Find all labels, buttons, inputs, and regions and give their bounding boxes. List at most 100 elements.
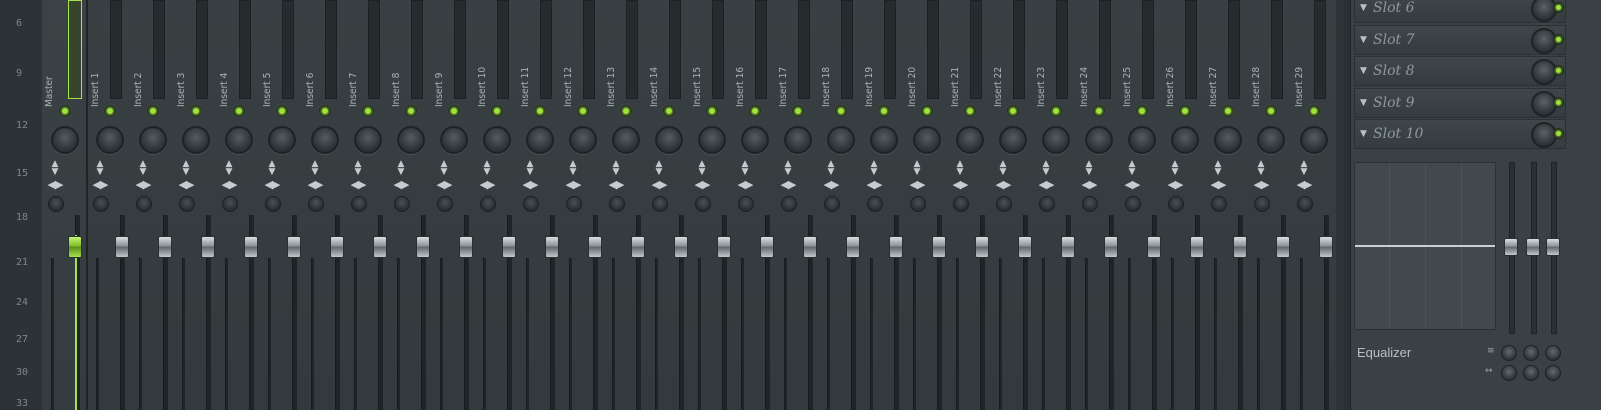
pan-knob[interactable]	[96, 126, 124, 154]
stereo-separation-knob[interactable]	[179, 196, 195, 212]
track-name-box[interactable]: Insert 8	[391, 0, 404, 107]
mute-led-icon[interactable]	[749, 105, 761, 117]
stereo-separation-knob[interactable]	[1254, 196, 1270, 212]
updown-arrows-icon[interactable]: ▲▼	[567, 160, 579, 177]
mixer-track[interactable]: Insert 13 ▲ ▼ ◀▶	[604, 0, 648, 410]
leftright-arrows-icon[interactable]: ◀▶	[866, 178, 883, 191]
track-name-box[interactable]: Insert 9	[434, 0, 447, 107]
mixer-track[interactable]: Insert 7 ▲ ▼ ◀▶	[346, 0, 390, 410]
slot-enable-led-icon[interactable]	[1553, 33, 1564, 45]
leftright-arrows-icon[interactable]: ◀▶	[393, 178, 410, 191]
mute-led-icon[interactable]	[491, 105, 503, 117]
updown-arrows-icon[interactable]: ▲▼	[1169, 160, 1181, 177]
mixer-track[interactable]: Insert 10 ▲ ▼ ◀▶	[475, 0, 519, 410]
track-name-box[interactable]: Insert 2	[133, 0, 146, 107]
pan-knob[interactable]	[354, 126, 382, 154]
updown-arrows-icon[interactable]: ▲▼	[223, 160, 235, 177]
leftright-arrows-icon[interactable]: ◀▶	[522, 178, 539, 191]
effect-slot[interactable]: ▼ Slot 7	[1354, 24, 1566, 55]
leftright-arrows-icon[interactable]: ◀▶	[651, 178, 668, 191]
mute-led-icon[interactable]	[1179, 105, 1191, 117]
track-name-box[interactable]: Insert 18	[821, 0, 834, 107]
track-name-box[interactable]: Insert 22	[993, 0, 1006, 107]
stereo-separation-knob[interactable]	[867, 196, 883, 212]
mute-led-icon[interactable]	[276, 105, 288, 117]
leftright-arrows-icon[interactable]: ◀▶	[737, 178, 754, 191]
track-name-box[interactable]: Insert 5	[262, 0, 275, 107]
eq-graph[interactable]	[1354, 162, 1496, 330]
effect-slot[interactable]: ▼ Slot 10	[1354, 119, 1566, 149]
mixer-track[interactable]: Insert 19 ▲ ▼ ◀▶	[862, 0, 906, 410]
updown-arrows-icon[interactable]: ▲▼	[309, 160, 321, 177]
track-name-box[interactable]: Insert 16	[735, 0, 748, 107]
mixer-track[interactable]: Insert 3 ▲ ▼ ◀▶	[174, 0, 218, 410]
pan-knob[interactable]	[569, 126, 597, 154]
volume-fader[interactable]	[1104, 236, 1118, 258]
pan-knob[interactable]	[225, 126, 253, 154]
track-name-box[interactable]: Master	[44, 0, 57, 107]
mute-led-icon[interactable]	[319, 105, 331, 117]
stereo-separation-knob[interactable]	[394, 196, 410, 212]
pan-knob[interactable]	[1300, 126, 1328, 154]
updown-arrows-icon[interactable]: ▲▼	[1083, 160, 1095, 177]
leftright-arrows-icon[interactable]: ◀▶	[178, 178, 195, 191]
mixer-track[interactable]: Insert 14 ▲ ▼ ◀▶	[647, 0, 691, 410]
pan-knob[interactable]	[612, 126, 640, 154]
updown-arrows-icon[interactable]: ▲▼	[997, 160, 1009, 177]
pan-knob[interactable]	[1214, 126, 1242, 154]
volume-fader[interactable]	[459, 236, 473, 258]
pan-knob[interactable]	[741, 126, 769, 154]
mixer-track[interactable]: Insert 18 ▲ ▼ ◀▶	[819, 0, 863, 410]
leftright-arrows-icon[interactable]: ◀▶	[47, 178, 64, 191]
stereo-separation-knob[interactable]	[781, 196, 797, 212]
updown-arrows-icon[interactable]: ▲▼	[438, 160, 450, 177]
volume-fader[interactable]	[717, 236, 731, 258]
pan-knob[interactable]	[397, 126, 425, 154]
mute-led-icon[interactable]	[663, 105, 675, 117]
stereo-separation-knob[interactable]	[609, 196, 625, 212]
volume-fader[interactable]	[330, 236, 344, 258]
eq-band-fader-mid[interactable]	[1526, 238, 1540, 256]
pan-knob[interactable]	[1042, 126, 1070, 154]
stereo-separation-knob[interactable]	[351, 196, 367, 212]
leftright-arrows-icon[interactable]: ◀▶	[350, 178, 367, 191]
volume-fader[interactable]	[1061, 236, 1075, 258]
eq-bw-knob-mid[interactable]	[1523, 365, 1539, 381]
volume-fader[interactable]	[201, 236, 215, 258]
stereo-separation-knob[interactable]	[566, 196, 582, 212]
triangle-down-icon[interactable]: ▼	[1360, 129, 1367, 139]
mute-led-icon[interactable]	[147, 105, 159, 117]
leftright-arrows-icon[interactable]: ◀▶	[1253, 178, 1270, 191]
stereo-separation-knob[interactable]	[1168, 196, 1184, 212]
updown-arrows-icon[interactable]: ▲▼	[782, 160, 794, 177]
track-name-box[interactable]: Insert 25	[1122, 0, 1135, 107]
pan-knob[interactable]	[182, 126, 210, 154]
pan-knob[interactable]	[1171, 126, 1199, 154]
stereo-separation-knob[interactable]	[1211, 196, 1227, 212]
updown-arrows-icon[interactable]: ▲▼	[1255, 160, 1267, 177]
pan-knob[interactable]	[311, 126, 339, 154]
leftright-arrows-icon[interactable]: ◀▶	[909, 178, 926, 191]
track-name-box[interactable]: Insert 3	[176, 0, 189, 107]
track-name-box[interactable]: Insert 1	[90, 0, 103, 107]
updown-arrows-icon[interactable]: ▲▼	[1212, 160, 1224, 177]
volume-fader[interactable]	[244, 236, 258, 258]
volume-fader[interactable]	[1147, 236, 1161, 258]
volume-fader[interactable]	[889, 236, 903, 258]
pan-knob[interactable]	[784, 126, 812, 154]
effect-slot[interactable]: ▼ Slot 6	[1354, 0, 1566, 23]
updown-arrows-icon[interactable]: ▲▼	[1126, 160, 1138, 177]
mute-led-icon[interactable]	[620, 105, 632, 117]
leftright-arrows-icon[interactable]: ◀▶	[479, 178, 496, 191]
leftright-arrows-icon[interactable]: ◀▶	[1038, 178, 1055, 191]
leftright-arrows-icon[interactable]: ◀▶	[694, 178, 711, 191]
leftright-arrows-icon[interactable]: ◀▶	[565, 178, 582, 191]
pan-knob[interactable]	[913, 126, 941, 154]
mute-led-icon[interactable]	[835, 105, 847, 117]
volume-fader[interactable]	[674, 236, 688, 258]
track-name-box[interactable]: Insert 28	[1251, 0, 1264, 107]
pan-knob[interactable]	[440, 126, 468, 154]
volume-fader[interactable]	[545, 236, 559, 258]
mixer-track[interactable]: Insert 4 ▲ ▼ ◀▶	[217, 0, 261, 410]
updown-arrows-icon[interactable]: ▲▼	[1298, 160, 1310, 177]
